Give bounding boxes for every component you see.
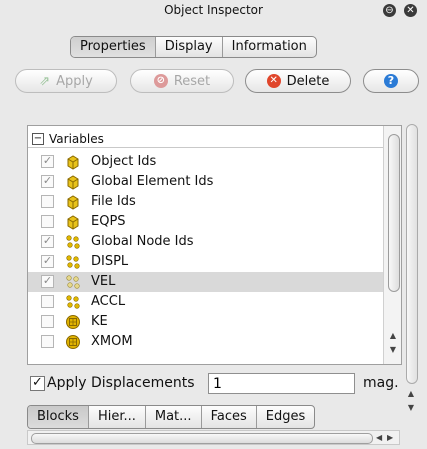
variable-label: XMOM <box>91 334 133 349</box>
field-data-icon <box>66 315 80 329</box>
help-icon: ? <box>384 74 398 88</box>
horizontal-scrollbar-thumb[interactable] <box>31 433 373 444</box>
inspector-tabs: Properties Display Information <box>70 36 317 58</box>
panel-scroll-up-icon[interactable]: ▲ <box>403 388 419 400</box>
point-data-icon <box>66 255 80 269</box>
variable-checkbox[interactable] <box>41 315 54 328</box>
variable-label: Global Node Ids <box>91 234 194 249</box>
list-scrollbar-thumb[interactable] <box>388 134 400 292</box>
variable-row-xmom[interactable]: XMOM <box>28 332 383 352</box>
detach-icon[interactable]: ⊖ <box>383 4 396 17</box>
variable-row-ke[interactable]: KE <box>28 312 383 332</box>
horizontal-scrollbar[interactable]: ◀ ▶ <box>27 430 400 445</box>
variable-checkbox[interactable]: ✓ <box>41 275 54 288</box>
variable-row-displ[interactable]: ✓ DISPL <box>28 252 383 272</box>
scroll-left-icon[interactable]: ◀ <box>376 431 382 444</box>
delete-x-icon: ✕ <box>266 74 281 88</box>
collapse-icon[interactable]: − <box>32 133 44 145</box>
tab-display[interactable]: Display <box>156 37 223 57</box>
tab-faces[interactable]: Faces <box>202 406 257 428</box>
close-icon[interactable]: ✕ <box>404 4 417 17</box>
variable-checkbox[interactable]: ✓ <box>41 235 54 248</box>
point-data-icon <box>66 235 80 249</box>
panel-scrollbar[interactable]: ▲ ▼ <box>404 120 420 418</box>
list-scrollbar[interactable]: ▲ ▼ <box>383 126 401 364</box>
cell-data-icon <box>67 175 79 190</box>
header-divider <box>28 147 383 148</box>
apply-label: Apply <box>56 73 93 89</box>
variable-row-file-ids[interactable]: File Ids <box>28 192 383 212</box>
scroll-right-icon[interactable]: ▶ <box>387 431 393 444</box>
variables-list[interactable]: − Variables ✓ Object Ids ✓ Global Elemen… <box>27 125 402 365</box>
cell-data-icon <box>67 195 79 210</box>
variable-row-eqps[interactable]: EQPS <box>28 212 383 232</box>
scroll-down-icon[interactable]: ▼ <box>384 344 401 356</box>
displacement-magnitude-input[interactable] <box>208 373 355 394</box>
variables-header[interactable]: − Variables <box>32 132 104 146</box>
tab-edges[interactable]: Edges <box>257 406 314 428</box>
scroll-up-icon[interactable]: ▲ <box>384 330 401 342</box>
variable-row-global-element-ids[interactable]: ✓ Global Element Ids <box>28 172 383 192</box>
panel-scrollbar-thumb[interactable] <box>406 124 418 384</box>
tab-hierarchy[interactable]: Hier... <box>89 406 146 428</box>
variable-label: ACCL <box>91 294 126 309</box>
variable-label: VEL <box>91 274 116 289</box>
variable-row-object-ids[interactable]: ✓ Object Ids <box>28 152 383 172</box>
variable-checkbox[interactable]: ✓ <box>41 175 54 188</box>
displacement-unit-label: mag. <box>363 375 399 391</box>
point-data-icon <box>66 275 80 289</box>
apply-displacements-checkbox[interactable]: ✓ <box>30 376 45 391</box>
apply-icon: ⇗ <box>39 73 51 89</box>
variable-label: Object Ids <box>91 154 157 169</box>
variable-checkbox[interactable] <box>41 195 54 208</box>
delete-label: Delete <box>286 73 330 89</box>
panel-scroll-down-icon[interactable]: ▼ <box>403 402 419 414</box>
variable-checkbox[interactable]: ✓ <box>41 155 54 168</box>
apply-displacements-label: Apply Displacements <box>47 375 195 391</box>
variable-label: Global Element Ids <box>91 174 214 189</box>
reset-label: Reset <box>173 73 211 89</box>
reset-button[interactable]: ⊘ Reset <box>130 69 234 93</box>
field-data-icon <box>66 335 80 349</box>
variables-header-label: Variables <box>49 132 104 146</box>
tab-information[interactable]: Information <box>223 37 316 57</box>
variable-label: DISPL <box>91 254 129 269</box>
variable-checkbox[interactable]: ✓ <box>41 255 54 268</box>
help-button[interactable]: ? <box>363 69 419 93</box>
block-tabs: Blocks Hier... Mat... Faces Edges <box>27 405 316 429</box>
variable-checkbox[interactable] <box>41 215 54 228</box>
apply-button[interactable]: ⇗ Apply <box>15 69 117 93</box>
point-data-icon <box>66 295 80 309</box>
variable-row-accl[interactable]: ACCL <box>28 292 383 312</box>
variable-label: File Ids <box>91 194 136 209</box>
window-title: Object Inspector <box>164 3 263 17</box>
tab-blocks[interactable]: Blocks <box>28 406 89 428</box>
variable-row-global-node-ids[interactable]: ✓ Global Node Ids <box>28 232 383 252</box>
tab-properties[interactable]: Properties <box>71 37 156 57</box>
variable-checkbox[interactable] <box>41 295 54 308</box>
cell-data-icon <box>67 215 79 230</box>
variable-row-vel[interactable]: ✓ VEL <box>28 272 383 292</box>
delete-button[interactable]: ✕ Delete <box>245 69 351 93</box>
tab-materials[interactable]: Mat... <box>146 406 202 428</box>
cell-data-icon <box>67 155 79 170</box>
variable-checkbox[interactable] <box>41 335 54 348</box>
variable-label: EQPS <box>91 214 126 229</box>
reset-icon: ⊘ <box>153 74 168 88</box>
variable-label: KE <box>91 314 108 329</box>
